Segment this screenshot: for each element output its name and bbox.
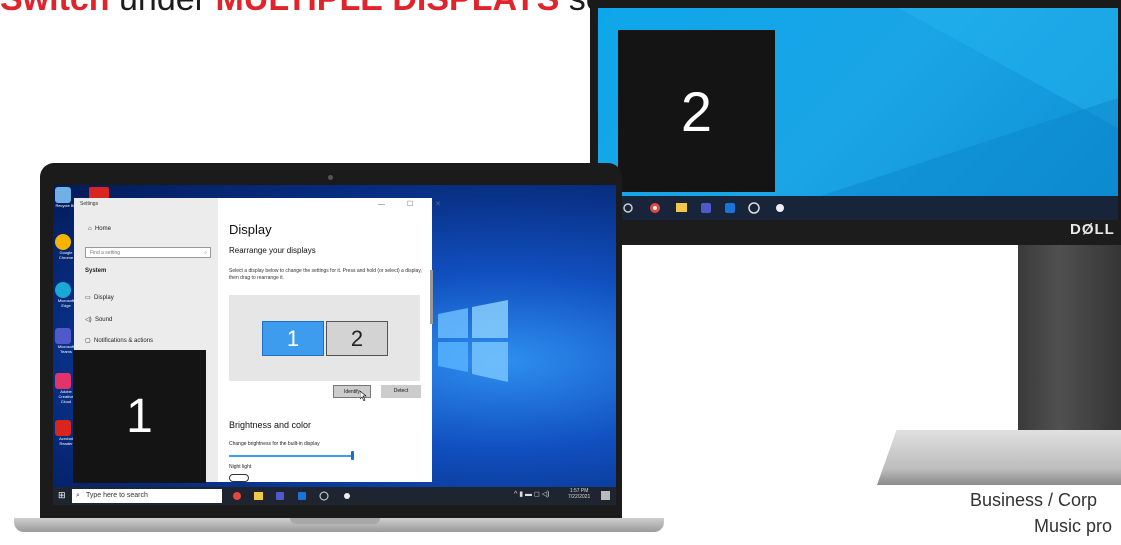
night-light-toggle[interactable] — [229, 474, 249, 482]
sidebar-item-sound[interactable]: ◁) Sound — [85, 316, 112, 323]
edge-icon — [55, 282, 71, 298]
find-setting-placeholder: Find a setting — [90, 250, 121, 256]
brightness-slider-thumb[interactable] — [351, 451, 354, 460]
system-tray[interactable]: ^ ▮ ▬ ◻ ◁) — [514, 490, 549, 498]
rearrange-description: Select a display below to change the set… — [229, 268, 422, 281]
monitor-icon: ▭ — [85, 295, 91, 301]
settings-window-title: Settings — [80, 201, 99, 207]
notification-icon: ▢ — [85, 338, 91, 344]
cursor-icon — [360, 391, 367, 401]
taskbar-clock[interactable]: 1:57 PM 7/22/2021 — [568, 488, 590, 500]
caption-part-switch: Switch — [0, 0, 110, 18]
rearrange-heading: Rearrange your displays — [229, 246, 316, 255]
find-setting-input[interactable]: Find a setting ⌕ — [85, 247, 211, 258]
speaker-icon: ◁) — [85, 317, 92, 323]
search-icon: ⌕ — [76, 492, 80, 499]
search-icon: ⌕ — [204, 250, 207, 256]
caption-part-multiple-displays: MULTIPLE DISPLAYS — [215, 0, 559, 18]
monitor-stand-base — [877, 430, 1121, 485]
sidebar-item-label: Display — [94, 295, 114, 301]
credit-line-2: Music pro — [1034, 516, 1113, 536]
chrome-icon — [55, 234, 71, 250]
brightness-slider[interactable] — [229, 455, 353, 457]
detect-button[interactable]: Detect — [381, 385, 421, 398]
sidebar-item-label: Sound — [94, 317, 113, 323]
caption-part-under: under — [110, 0, 216, 18]
sidebar-item-label: Notifications & actions — [94, 338, 154, 344]
monitor-taskbar-icons — [623, 202, 784, 214]
teams-icon — [55, 328, 71, 344]
monitor-stand-neck — [1018, 245, 1121, 445]
start-button[interactable]: ⊞ — [58, 491, 67, 500]
webcam-icon — [328, 175, 333, 180]
monitor-identify-overlay: 2 — [618, 30, 775, 192]
credit-line-1: Business / Corp — [970, 490, 1098, 510]
taskbar-app-icons[interactable] — [232, 489, 362, 503]
caption-text: Switch under MULTIPLE DISPLAYS section. — [0, 0, 686, 19]
laptop-opening-notch — [290, 518, 380, 524]
monitor-taskbar — [598, 196, 1118, 220]
night-light-label: Night light — [229, 464, 252, 470]
page-title: Display — [229, 222, 272, 237]
display-tile-2[interactable]: 2 — [326, 321, 388, 356]
taskbar-search-placeholder: Type here to search — [86, 492, 148, 499]
recycle-bin-icon — [55, 187, 71, 203]
settings-scrollbar[interactable] — [430, 270, 433, 324]
laptop-identify-overlay: 1 — [73, 350, 206, 483]
monitor-brand-logo: DØLL — [1070, 221, 1115, 238]
display-arrangement-area[interactable] — [229, 295, 420, 381]
brightness-label: Change brightness for the built-in displ… — [229, 441, 320, 447]
acrobat-icon — [55, 420, 71, 436]
sidebar-section-system: System — [85, 268, 107, 274]
notification-center-icon[interactable] — [601, 491, 610, 500]
window-controls[interactable]: — ☐ ✕ — [378, 200, 451, 208]
brightness-heading: Brightness and color — [229, 420, 312, 430]
sidebar-item-label: Home — [94, 226, 111, 232]
sidebar-item-display[interactable]: ▭ Display — [85, 294, 114, 301]
sidebar-item-home[interactable]: ⌂ Home — [88, 226, 111, 232]
windows-logo-icon — [438, 300, 508, 382]
clock-date: 7/22/2021 — [568, 494, 591, 500]
display-tile-1[interactable]: 1 — [262, 321, 324, 356]
taskbar-search-box[interactable]: ⌕ Type here to search — [72, 489, 222, 503]
monitor-chin — [590, 220, 1121, 245]
home-icon: ⌂ — [88, 226, 92, 232]
sidebar-item-notifications[interactable]: ▢ Notifications & actions — [85, 337, 153, 344]
creative-cloud-icon — [55, 373, 71, 389]
